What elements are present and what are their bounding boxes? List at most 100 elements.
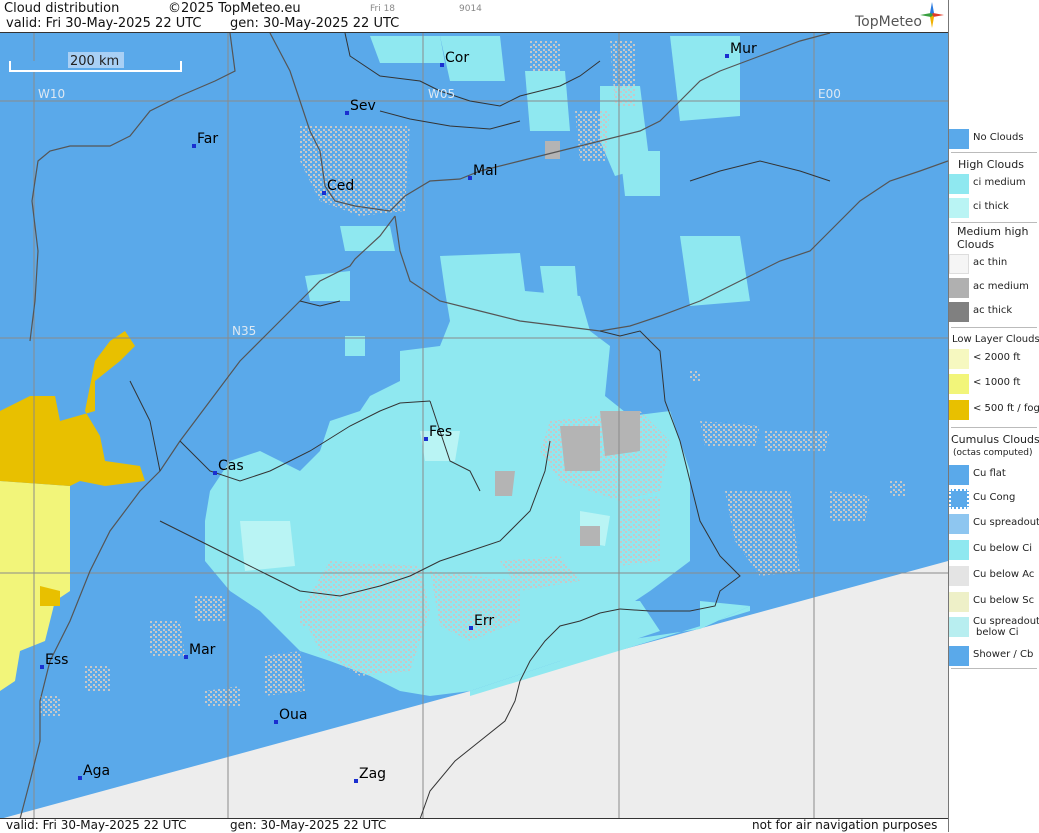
legend-medium-heading-line2: Clouds (957, 238, 995, 251)
city-label-ess: Ess (45, 652, 68, 668)
legend-divider (951, 427, 1037, 428)
legend-cu-below-ac: Cu below Ac (949, 564, 1039, 588)
legend-shower: Shower / Cb (949, 644, 1039, 668)
legend-ac-medium: ac medium (949, 276, 1039, 300)
city-marker-aga[interactable] (78, 776, 82, 780)
scale-label: 200 km (70, 54, 119, 69)
legend-no-clouds: No Clouds (949, 127, 1039, 151)
cu-below-sc-swatch (949, 592, 969, 612)
legend-cu-below-ci: Cu below Ci (949, 538, 1039, 562)
scale-bar: 200 km (9, 52, 182, 72)
legend-divider (951, 327, 1037, 328)
legend-ac-thin: ac thin (949, 252, 1039, 276)
city-marker-zag[interactable] (354, 779, 358, 783)
ci-medium-swatch (949, 174, 969, 194)
legend-medium-heading: Medium high Clouds (957, 225, 1028, 251)
cu-below-ci-swatch (949, 540, 969, 560)
legend-divider (951, 668, 1037, 669)
city-marker-mur[interactable] (725, 54, 729, 58)
legend-medium-heading-line1: Medium high (957, 225, 1029, 238)
ac-thin-swatch (949, 254, 969, 274)
city-marker-ced[interactable] (322, 191, 326, 195)
city-marker-cor[interactable] (440, 63, 444, 67)
city-label-ced: Ced (327, 178, 354, 194)
legend-label: ac thin (973, 257, 1008, 268)
city-label-mal: Mal (473, 163, 498, 179)
city-marker-cas[interactable] (213, 471, 217, 475)
map-canvas[interactable]: 200 km W10 W05 E00 N35 Cor Mur Sev Far C… (0, 33, 948, 819)
city-marker-far[interactable] (192, 144, 196, 148)
cu-below-ac-swatch (949, 566, 969, 586)
legend-label: ci medium (973, 177, 1026, 188)
fog-swatch (949, 400, 969, 420)
map-header: Cloud distribution ©2025 TopMeteo.eu val… (0, 0, 948, 32)
legend-label: Shower / Cb (973, 649, 1034, 660)
low-1000-swatch (949, 374, 969, 394)
valid-time: valid: Fri 30-May-2025 22 UTC (6, 16, 202, 31)
legend-low-heading: Low Layer Clouds (952, 334, 1039, 345)
map-footer: valid: Fri 30-May-2025 22 UTC gen: 30-Ma… (0, 818, 948, 833)
ac-thick-swatch (949, 302, 969, 322)
city-label-err: Err (474, 613, 494, 629)
cu-spreadout-swatch (949, 514, 969, 534)
legend-low-2000: < 2000 ft (949, 347, 1039, 371)
legend-cu-heading: Cumulus Clouds (951, 433, 1039, 446)
legend-label: Cu below Ac (973, 569, 1035, 580)
city-marker-mal[interactable] (468, 176, 472, 180)
grid-label-w05: W05 (428, 87, 455, 101)
city-label-far: Far (197, 131, 218, 147)
legend-ci-thick: ci thick (949, 196, 1039, 220)
legend-label: Cu spreadout (973, 517, 1039, 528)
city-label-oua: Oua (279, 707, 307, 723)
legend-label: ci thick (973, 201, 1009, 212)
topmeteo-logo: TopMeteo (855, 14, 922, 30)
grid-label-n35: N35 (232, 324, 256, 338)
generated-time: gen: 30-May-2025 22 UTC (230, 16, 400, 31)
city-marker-oua[interactable] (274, 720, 278, 724)
legend-high-clouds-heading: High Clouds (958, 158, 1024, 171)
legend-label: Cu flat (973, 468, 1006, 479)
legend-cu-subheading: (octas computed) (953, 448, 1033, 458)
cu-flat-swatch (949, 465, 969, 485)
day-small-label: Fri 18 (370, 4, 396, 14)
legend-label: Cu Cong (973, 492, 1016, 503)
legend-label: No Clouds (973, 132, 1024, 143)
city-marker-fes[interactable] (424, 437, 428, 441)
legend-label: < 1000 ft (973, 377, 1021, 388)
city-label-mur: Mur (730, 41, 757, 57)
code-small-label: 9014 (459, 4, 482, 14)
legend-label: Cu below Ci (973, 543, 1033, 554)
legend-label: < 2000 ft (973, 352, 1021, 363)
shower-swatch (949, 646, 969, 666)
no-clouds-swatch (949, 129, 969, 149)
city-label-cas: Cas (218, 458, 244, 474)
low-2000-swatch (949, 349, 969, 369)
legend-label: ac medium (973, 281, 1029, 292)
city-label-mar: Mar (189, 642, 216, 658)
footer-disclaimer: not for air navigation purposes (752, 818, 938, 832)
city-marker-err[interactable] (469, 626, 473, 630)
footer-valid-time: valid: Fri 30-May-2025 22 UTC (6, 818, 187, 832)
compass-icon (920, 2, 944, 28)
city-marker-ess[interactable] (40, 665, 44, 669)
footer-generated-time: gen: 30-May-2025 22 UTC (230, 818, 387, 832)
city-label-aga: Aga (83, 763, 110, 779)
cloud-map[interactable]: 200 km W10 W05 E00 N35 Cor Mur Sev Far C… (0, 32, 948, 819)
ci-thick-swatch (949, 198, 969, 218)
city-marker-sev[interactable] (345, 111, 349, 115)
legend-divider (951, 152, 1037, 153)
grid-label-e00: E00 (818, 87, 841, 101)
legend-cu-spreadout: Cu spreadout (949, 512, 1039, 536)
legend-divider (951, 222, 1037, 223)
city-marker-mar[interactable] (184, 655, 188, 659)
legend-low-1000: < 1000 ft (949, 372, 1039, 396)
legend-ci-medium: ci medium (949, 172, 1039, 196)
legend-cu-spreadout-ci: Cu spreadout below Ci (949, 615, 1039, 643)
city-label-fes: Fes (429, 424, 452, 440)
city-label-sev: Sev (350, 98, 376, 114)
city-label-cor: Cor (445, 50, 469, 66)
city-label-zag: Zag (359, 766, 386, 782)
legend-cu-flat: Cu flat (949, 463, 1039, 487)
map-title: Cloud distribution (4, 1, 120, 16)
ac-medium-swatch (949, 278, 969, 298)
